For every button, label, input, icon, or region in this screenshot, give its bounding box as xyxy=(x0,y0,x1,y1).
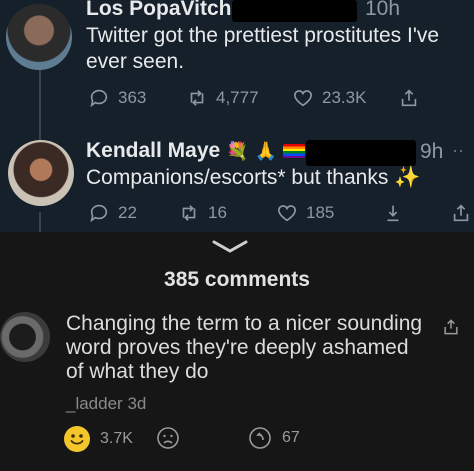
reply-icon xyxy=(90,89,108,108)
comments-count: 385 comments xyxy=(164,268,310,291)
heart-icon xyxy=(293,90,313,107)
share-icon[interactable] xyxy=(441,317,461,337)
sad-face-icon xyxy=(157,427,179,449)
tweet-text: Twitter got the prettiest prostitutes I'… xyxy=(86,24,440,73)
comment-age: 3d xyxy=(127,394,147,413)
like-count: 185 xyxy=(306,203,335,222)
react-button[interactable] xyxy=(156,426,180,450)
comment-actions: 3.7K 67 xyxy=(0,426,474,456)
tweet-text: Companions/escorts* but thanks ✨ xyxy=(86,166,421,189)
share-icon xyxy=(453,204,469,222)
avatar[interactable] xyxy=(0,312,50,362)
smiley-icon xyxy=(64,426,90,452)
tweet-author-name[interactable]: Kendall Maye xyxy=(86,139,220,163)
reply-button[interactable]: 67 xyxy=(248,426,300,450)
tweet-timestamp[interactable]: 9h xyxy=(420,140,443,164)
retweet-count: 4,777 xyxy=(216,88,259,107)
retweet-button[interactable]: 4,777 xyxy=(186,87,259,109)
bouquet-emoji-icon: 💐 xyxy=(226,141,249,161)
upvote-button[interactable]: 3.7K xyxy=(64,426,133,452)
tweet-thread-screenshot: Los PopaVitch 10h Twitter got the pretti… xyxy=(0,0,474,232)
avatar[interactable] xyxy=(8,140,74,206)
like-count: 23.3K xyxy=(322,88,367,107)
upvote-count: 3.7K xyxy=(100,430,133,447)
hands-emoji-icon: 🙏 xyxy=(254,141,278,161)
tweet-actions: 363 4,777 23.3K xyxy=(0,84,474,112)
tweet-author-row: Kendall Maye 💐 🙏 xyxy=(86,139,306,163)
retweet-button[interactable]: 16 xyxy=(178,202,227,224)
reply-count: 22 xyxy=(118,203,137,222)
reply-icon xyxy=(249,427,271,449)
reply-icon xyxy=(90,204,108,223)
reply-button[interactable]: 22 xyxy=(88,202,137,224)
share-button[interactable] xyxy=(398,87,420,109)
rainbow-flag-icon xyxy=(283,144,306,158)
tweet-actions: 22 16 185 xyxy=(0,199,474,227)
retweet-icon xyxy=(182,205,196,221)
share-icon xyxy=(401,89,417,107)
download-icon xyxy=(387,205,399,222)
chevron-down-icon[interactable] xyxy=(210,238,250,254)
tweet-timestamp[interactable]: 10h xyxy=(365,0,400,21)
redacted-handle xyxy=(232,0,357,22)
reply-button[interactable]: 363 xyxy=(88,87,146,109)
tweet-author-name[interactable]: Los PopaVitch xyxy=(86,0,231,21)
download-button[interactable] xyxy=(382,202,404,224)
comment-author[interactable]: _ladder xyxy=(66,394,123,413)
heart-icon xyxy=(277,205,297,222)
like-button[interactable]: 23.3K xyxy=(292,87,366,109)
reply-count: 363 xyxy=(118,88,147,107)
retweet-count: 16 xyxy=(208,203,227,222)
redacted-handle xyxy=(306,140,416,166)
comment-meta: _ladder 3d xyxy=(66,394,146,414)
avatar[interactable] xyxy=(6,4,72,70)
like-button[interactable]: 185 xyxy=(276,202,334,224)
more-options-icon[interactable]: ·· xyxy=(452,140,464,161)
share-button[interactable] xyxy=(450,202,472,224)
comment-text: Changing the term to a nicer sounding wo… xyxy=(66,312,423,383)
comments-panel: 385 comments Changing the term to a nice… xyxy=(0,232,474,471)
reply-count: 67 xyxy=(282,429,300,446)
retweet-icon xyxy=(190,90,204,106)
